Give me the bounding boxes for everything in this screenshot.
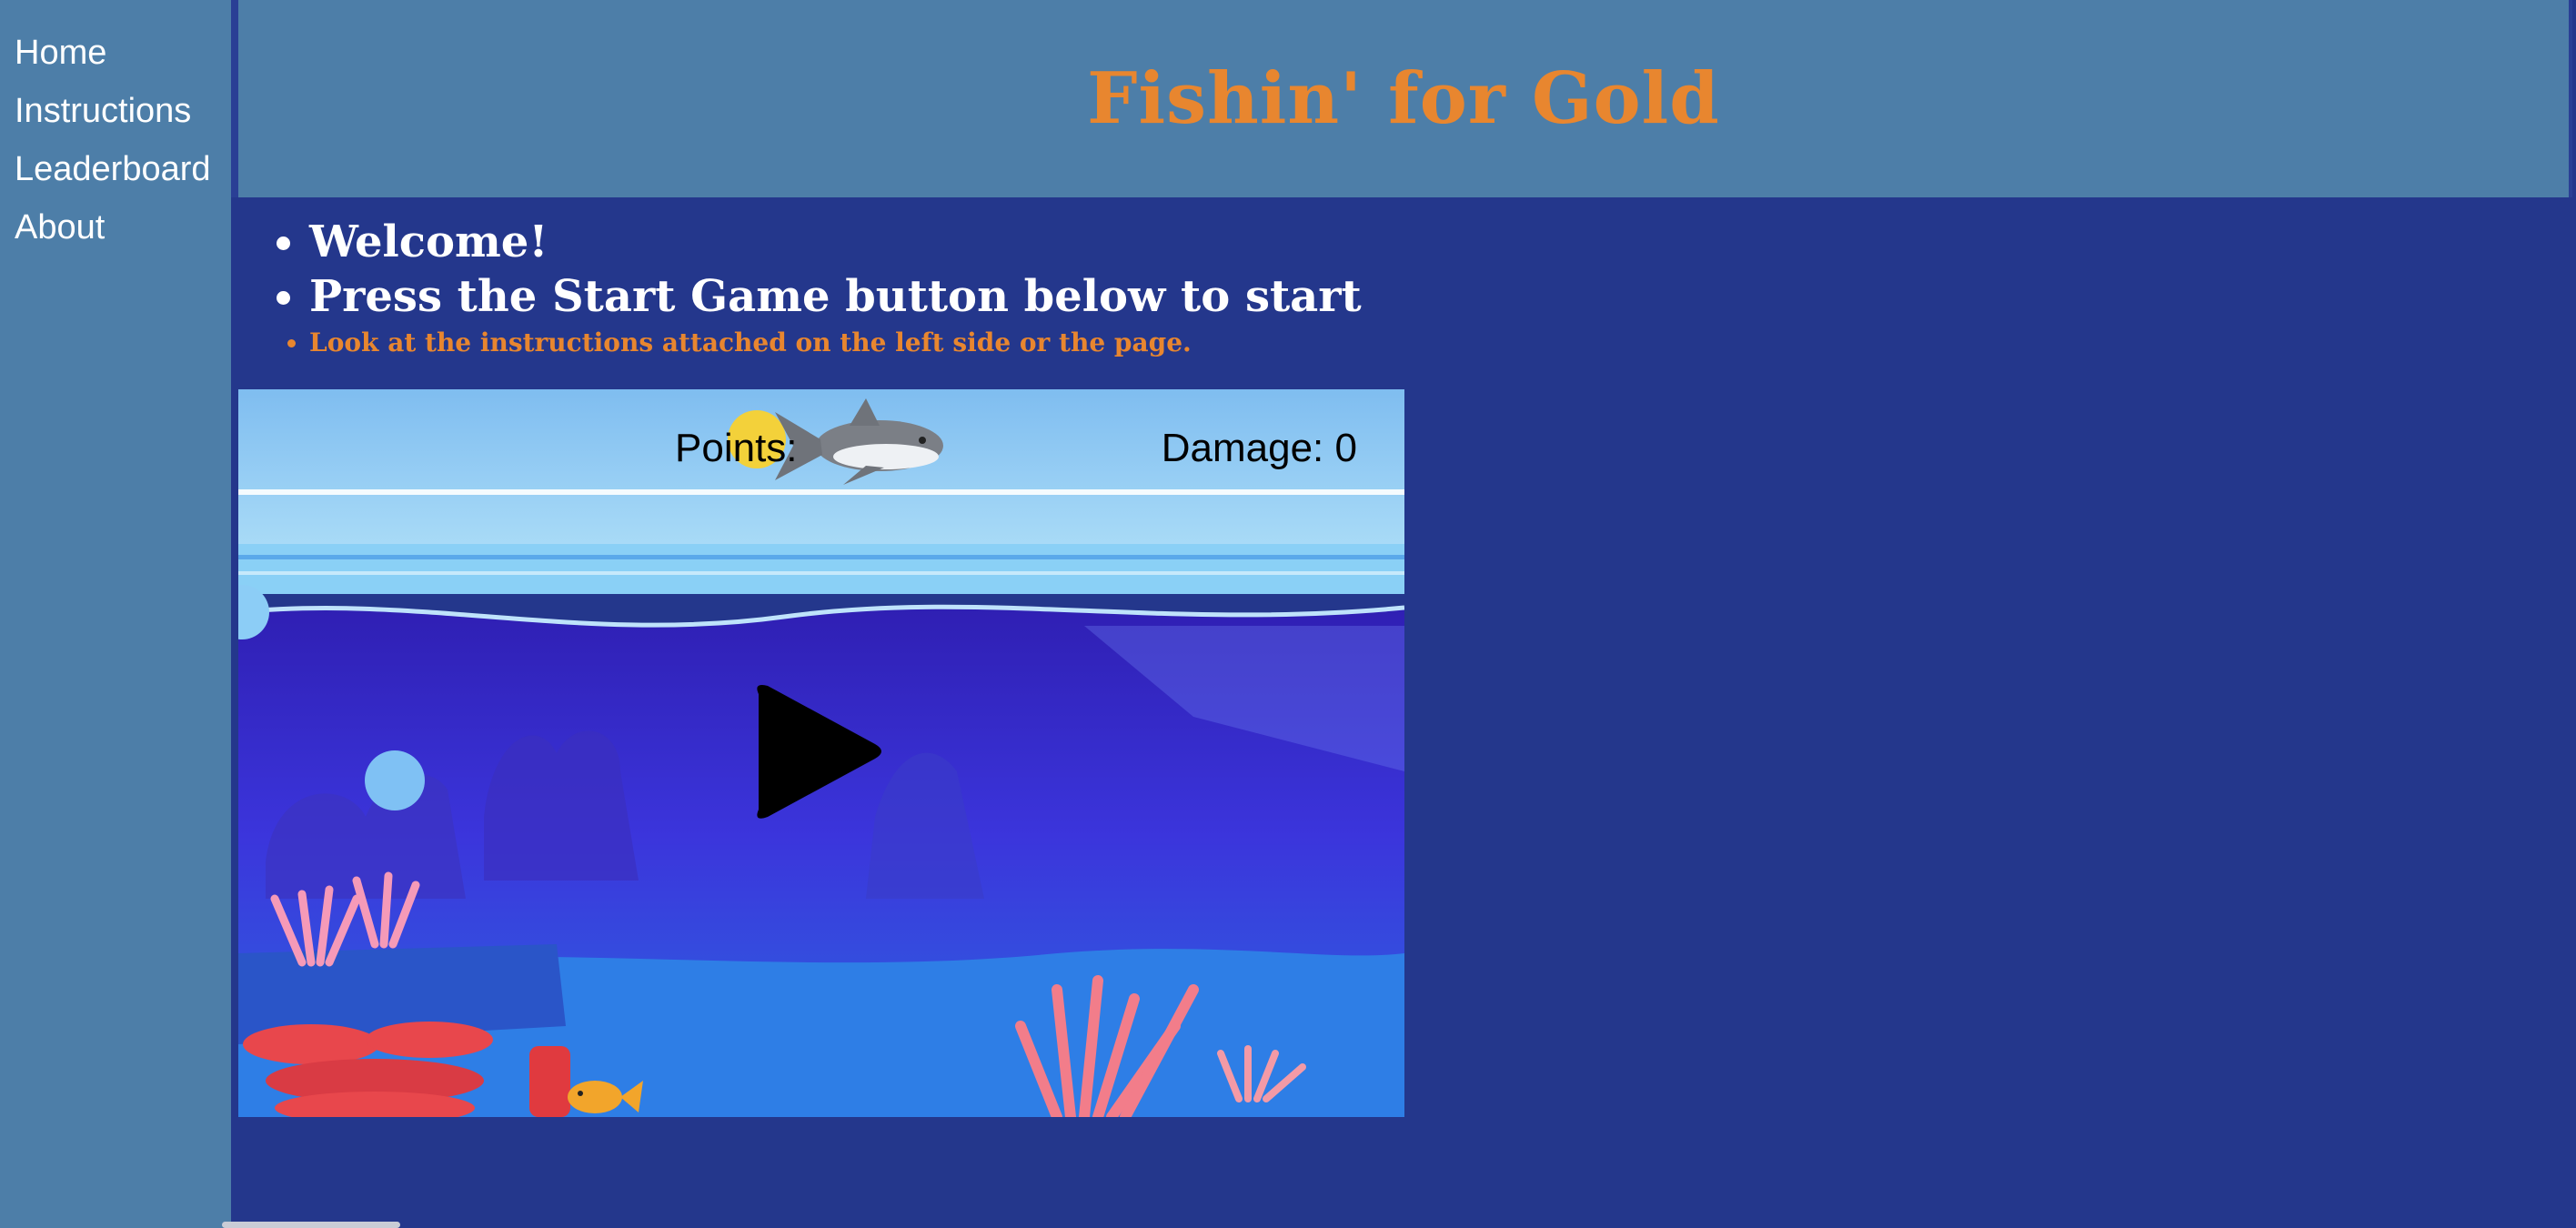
start-instruction-text: Press the Start Game button below to sta… bbox=[309, 269, 1362, 324]
water-surface bbox=[238, 544, 1404, 594]
points-display: Points: bbox=[675, 426, 798, 471]
sidebar-nav: Home Instructions Leaderboard About bbox=[0, 0, 231, 1228]
damage-value: 0 bbox=[1334, 426, 1357, 470]
sidebar-divider bbox=[231, 0, 238, 197]
bubble bbox=[365, 750, 425, 810]
rock-silhouette bbox=[484, 730, 639, 881]
damage-label: Damage: bbox=[1161, 426, 1324, 470]
horizontal-scrollbar[interactable] bbox=[222, 1222, 400, 1228]
page-title: Fishin' for Gold bbox=[1087, 57, 1720, 140]
red-coral bbox=[529, 1046, 570, 1117]
game-scene bbox=[238, 389, 1404, 1117]
points-label: Points: bbox=[675, 426, 798, 470]
nav-item-instructions[interactable]: Instructions bbox=[0, 82, 231, 140]
nav-item-about[interactable]: About bbox=[0, 198, 231, 257]
welcome-text: Welcome! bbox=[309, 215, 1362, 269]
game-canvas[interactable]: Points: Damage: 0 bbox=[238, 389, 1404, 1117]
damage-display: Damage: 0 bbox=[1162, 426, 1357, 471]
surface-band bbox=[238, 555, 1404, 559]
surface-band bbox=[238, 571, 1404, 575]
nav-item-home[interactable]: Home bbox=[0, 24, 231, 82]
red-coral bbox=[243, 1024, 379, 1064]
red-coral bbox=[366, 1022, 493, 1058]
nav-item-leaderboard[interactable]: Leaderboard bbox=[0, 140, 231, 198]
instructions-hint-text: Look at the instructions attached on the… bbox=[309, 324, 1362, 362]
intro-list: Welcome! Press the Start Game button bel… bbox=[238, 215, 1362, 362]
horizon-line bbox=[238, 489, 1404, 495]
page-header: Fishin' for Gold bbox=[238, 0, 2572, 197]
